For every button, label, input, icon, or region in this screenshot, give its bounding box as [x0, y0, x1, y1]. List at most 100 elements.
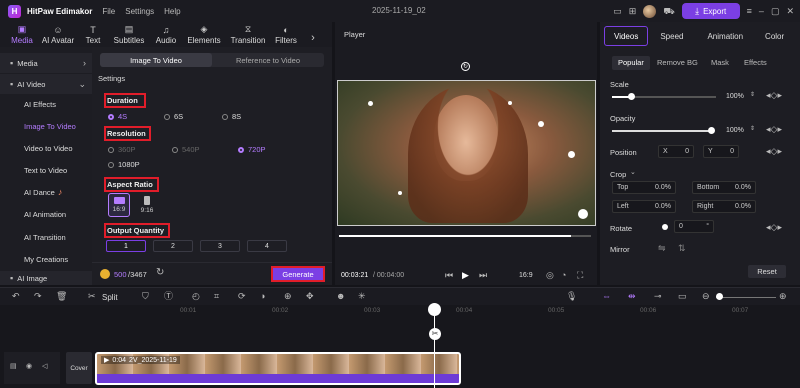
refresh-icon[interactable]: ↻: [156, 268, 164, 278]
sidebar-item-image-to-video[interactable]: Image To Video: [0, 116, 92, 136]
tab-reference-to-video[interactable]: Reference to Video: [212, 53, 324, 67]
redo-icon[interactable]: ↷: [34, 292, 42, 301]
playhead[interactable]: [434, 306, 435, 388]
resolution-720p-radio[interactable]: 720P: [238, 145, 266, 154]
track-mute-icon[interactable]: ◁: [42, 363, 47, 370]
subtab-remove-bg[interactable]: Remove BG: [657, 58, 698, 67]
fullscreen-icon[interactable]: ⛶: [577, 271, 583, 280]
position-y-field[interactable]: Y0: [703, 145, 739, 158]
subtab-popular[interactable]: Popular: [618, 58, 644, 67]
layout-icon[interactable]: ▭: [613, 6, 622, 16]
zoom-out-icon[interactable]: ⊖: [702, 292, 710, 301]
crop-left-field[interactable]: Left 0.0%: [612, 200, 676, 213]
duration-8s-radio[interactable]: 8S: [222, 112, 241, 121]
shield-icon[interactable]: ⛉: [142, 292, 149, 301]
aspect-ratio-select[interactable]: 16:9: [519, 272, 533, 279]
link-icon[interactable]: ⇹: [628, 292, 636, 301]
video-clip[interactable]: ▶ 0:04 2V_2025-11-19: [95, 352, 461, 385]
sidebar-item-media[interactable]: ▪ Media ›: [0, 53, 92, 73]
tab-image-to-video[interactable]: Image To Video: [100, 53, 212, 67]
tab-speed[interactable]: Speed: [648, 26, 695, 46]
resolution-1080p-radio[interactable]: 1080P: [108, 160, 140, 169]
tab-videos[interactable]: Videos: [604, 26, 649, 46]
export-button[interactable]: ⤓ Export: [681, 3, 740, 19]
video-preview[interactable]: [337, 80, 596, 226]
tab-media[interactable]: ▣ Media: [6, 22, 38, 47]
crop-top-field[interactable]: Top 0.0%: [612, 181, 676, 194]
next-frame-icon[interactable]: ⏭: [479, 271, 487, 280]
aspect-9-16-option[interactable]: 9:16: [136, 193, 158, 217]
effect-icon[interactable]: ✳: [358, 292, 366, 301]
text-tool-icon[interactable]: Ⓣ: [164, 292, 173, 301]
tab-elements[interactable]: ◈ Elements: [182, 22, 226, 47]
subtab-mask[interactable]: Mask: [711, 58, 729, 67]
resolution-540p-radio[interactable]: 540P: [172, 145, 200, 154]
track-visibility-icon[interactable]: ◉: [26, 363, 32, 370]
avatar[interactable]: [643, 4, 657, 18]
stepper-icon[interactable]: ⇕: [750, 92, 755, 98]
play-icon[interactable]: ▶: [462, 271, 469, 280]
duration-6s-radio[interactable]: 6S: [164, 112, 183, 121]
tab-ai-avatar[interactable]: ☺ AI Avatar: [38, 22, 78, 47]
scale-value[interactable]: 100%: [726, 93, 744, 100]
minimize-icon[interactable]: –: [759, 6, 764, 16]
keyframe-icon[interactable]: ◂◇▸: [766, 147, 782, 156]
menu-icon[interactable]: ≡: [747, 6, 752, 16]
split-icon[interactable]: ✂: [88, 292, 96, 301]
microphone-icon[interactable]: 🎙: [566, 292, 577, 301]
rotate-dial-icon[interactable]: [662, 224, 668, 230]
freeze-icon[interactable]: ◑: [260, 292, 265, 301]
keyframe-icon[interactable]: ◂◇▸: [766, 91, 782, 100]
crop-icon[interactable]: ⌗: [214, 292, 219, 301]
face-icon[interactable]: ☻: [336, 292, 345, 301]
undo-icon[interactable]: ↶: [12, 292, 20, 301]
close-icon[interactable]: ✕: [786, 6, 794, 16]
reset-button[interactable]: Reset: [748, 265, 786, 278]
chevron-down-icon[interactable]: ⌄: [630, 169, 636, 176]
rotate-handle-icon[interactable]: ↻: [461, 62, 470, 71]
zoom-slider[interactable]: [716, 297, 776, 298]
sync-icon[interactable]: ⊸: [654, 292, 662, 301]
quantity-2-button[interactable]: 2: [153, 240, 193, 252]
generate-button[interactable]: Generate: [271, 266, 325, 282]
sidebar-item-ai-image[interactable]: ▪ AI Image: [0, 271, 92, 285]
menu-settings[interactable]: Settings: [125, 7, 154, 16]
zoom-knob[interactable]: [716, 293, 723, 300]
sidebar-item-video-to-video[interactable]: Video to Video: [0, 138, 92, 158]
opacity-slider[interactable]: [612, 130, 712, 132]
sidebar-item-ai-effects[interactable]: AI Effects: [0, 94, 92, 114]
tab-transition[interactable]: ⧖ Transition: [226, 22, 270, 47]
rotate-field[interactable]: 0 °: [674, 220, 714, 233]
maximize-icon[interactable]: ▢: [771, 6, 780, 16]
rotate-icon[interactable]: ⟳: [238, 292, 246, 301]
snap-icon[interactable]: ⇔: [602, 292, 611, 301]
menu-file[interactable]: File: [102, 7, 115, 16]
snapshot-icon[interactable]: ◎: [546, 271, 554, 280]
tab-text[interactable]: T Text: [78, 22, 108, 47]
sidebar-item-ai-dance[interactable]: AI Dance ♪: [0, 182, 92, 202]
player-progress-track[interactable]: [339, 235, 591, 237]
tab-animation[interactable]: Animation: [695, 26, 755, 46]
crop-right-field[interactable]: Right 0.0%: [692, 200, 756, 213]
quantity-4-button[interactable]: 4: [247, 240, 287, 252]
sidebar-item-my-creations[interactable]: My Creations: [0, 249, 92, 269]
opacity-value[interactable]: 100%: [726, 127, 744, 134]
quantity-1-button[interactable]: 1: [106, 240, 146, 252]
mirror-horizontal-icon[interactable]: ⇋: [658, 244, 666, 253]
caption-icon[interactable]: ▭: [678, 292, 687, 301]
sidebar-item-text-to-video[interactable]: Text to Video: [0, 160, 92, 180]
subtab-effects[interactable]: Effects: [744, 58, 767, 67]
tab-filters[interactable]: ◐ Filters: [270, 22, 302, 47]
keyframe-icon[interactable]: ◂◇▸: [766, 223, 782, 232]
zoom-tool-icon[interactable]: ⊕: [284, 292, 292, 301]
prev-frame-icon[interactable]: ⏮: [445, 271, 453, 280]
opacity-knob[interactable]: [708, 127, 715, 134]
split-scissor-icon[interactable]: ✂: [429, 328, 441, 340]
share-icon[interactable]: ⊞: [629, 6, 637, 16]
mirror-vertical-icon[interactable]: ⇅: [678, 244, 686, 253]
cover-button[interactable]: Cover: [66, 352, 92, 384]
quantity-3-button[interactable]: 3: [200, 240, 240, 252]
delete-icon[interactable]: 🗑: [56, 292, 67, 301]
scale-knob[interactable]: [628, 93, 635, 100]
cart-icon[interactable]: ⛟: [663, 6, 674, 16]
